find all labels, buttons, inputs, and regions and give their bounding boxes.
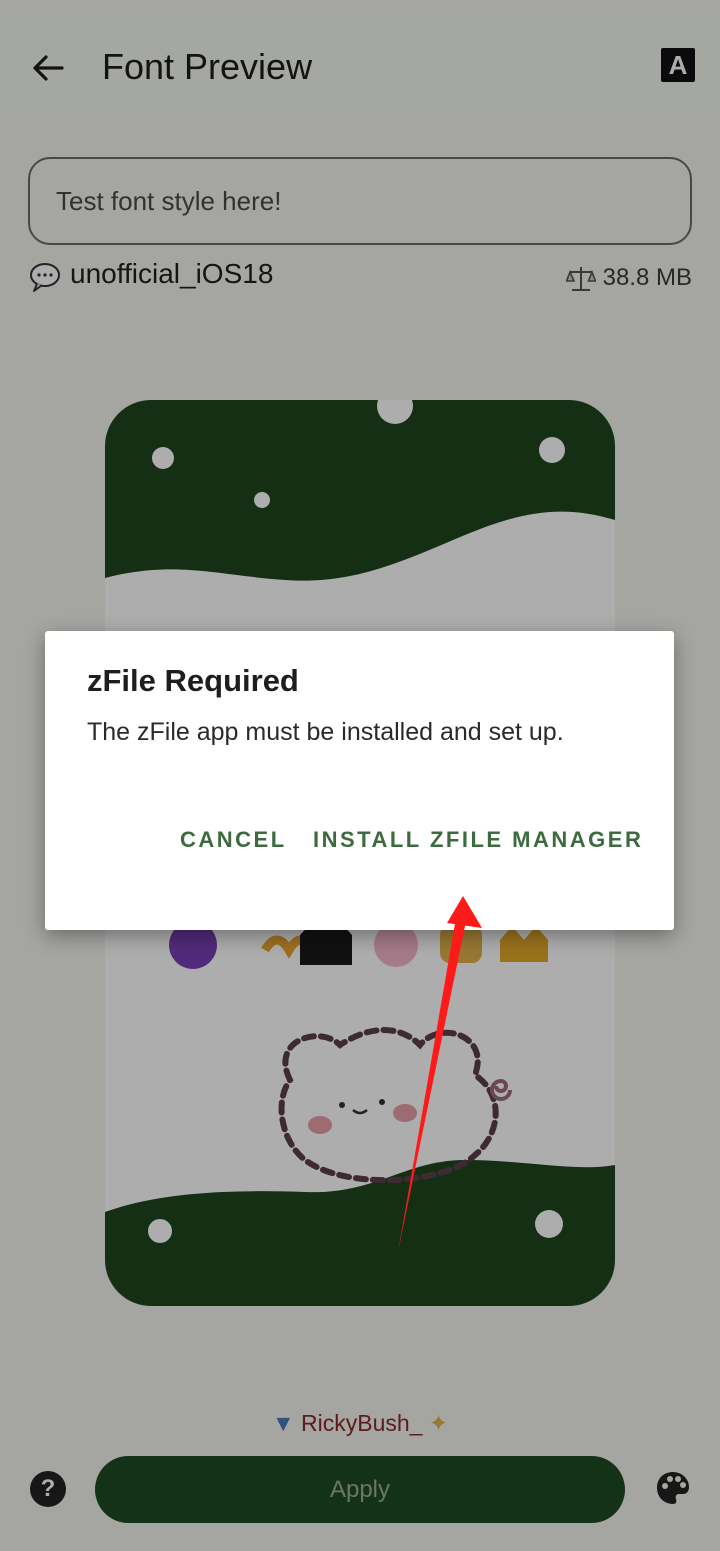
cancel-button[interactable]: CANCEL [180, 827, 287, 853]
zfile-required-dialog: zFile Required The zFile app must be ins… [45, 631, 674, 930]
dialog-message: The zFile app must be installed and set … [87, 718, 564, 746]
install-zfile-manager-button[interactable]: INSTALL ZFILE MANAGER [313, 827, 643, 853]
dialog-title: zFile Required [87, 663, 299, 698]
